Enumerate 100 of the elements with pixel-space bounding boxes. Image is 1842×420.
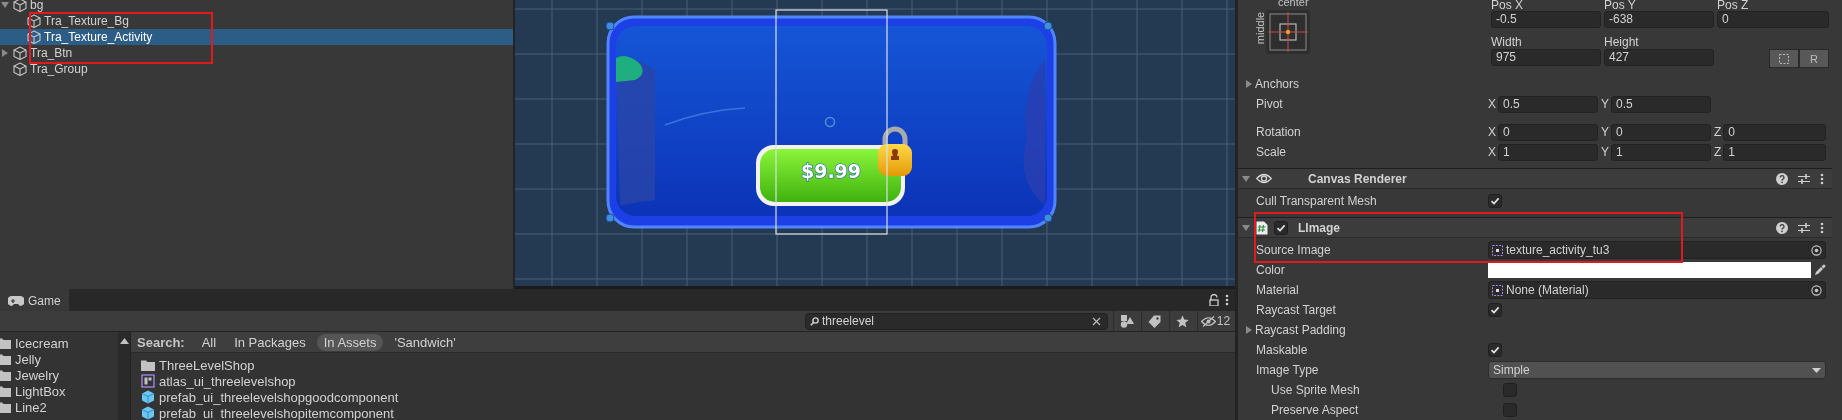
- foldout-arrow-icon[interactable]: [1245, 80, 1253, 88]
- foldout-label[interactable]: Anchors: [1255, 77, 1300, 91]
- cube-icon: [27, 14, 41, 28]
- settings-sliders-icon[interactable]: [1798, 172, 1810, 185]
- foldout-label[interactable]: Raycast Padding: [1255, 323, 1346, 337]
- foldout-arrow-icon[interactable]: [1, 49, 9, 57]
- anchor-preset-button[interactable]: [1266, 10, 1310, 54]
- field-label: Image Type: [1256, 363, 1320, 377]
- caret-icon: [1812, 367, 1821, 373]
- object-picker-icon[interactable]: [1811, 284, 1822, 296]
- axis-label: Y: [1601, 145, 1609, 159]
- folder-item[interactable]: Icecream: [0, 335, 118, 351]
- folder-item[interactable]: Jelly: [0, 351, 118, 367]
- foldout-arrow-icon[interactable]: [1242, 174, 1250, 183]
- asset-item[interactable]: ThreeLevelShop: [141, 357, 1235, 373]
- resize-handle[interactable]: [1043, 213, 1053, 223]
- cube-icon: [27, 30, 41, 44]
- number-field[interactable]: 975: [1491, 49, 1601, 66]
- search-scope-tab[interactable]: In Assets: [316, 333, 384, 351]
- axis-label: Z: [1714, 125, 1722, 139]
- search-scope-tab[interactable]: 'Sandwich': [387, 333, 463, 351]
- search-field[interactable]: threelevel: [805, 312, 1108, 330]
- asset-item[interactable]: prefab_ui_threelevelshopgoodcomponent: [141, 389, 1235, 405]
- cube-icon: [141, 406, 155, 420]
- star-icon: [1176, 314, 1189, 328]
- color-swatch[interactable]: [1488, 262, 1811, 278]
- shapes-icon: [1119, 314, 1134, 328]
- foldout-arrow-icon[interactable]: [1242, 223, 1250, 232]
- number-field[interactable]: 0: [1723, 123, 1826, 141]
- checkbox[interactable]: [1503, 383, 1517, 397]
- search-scope-tab[interactable]: All: [194, 333, 224, 351]
- number-field[interactable]: 0.5: [1498, 95, 1598, 113]
- resize-handle[interactable]: [1043, 21, 1053, 31]
- number-field[interactable]: 427: [1604, 49, 1714, 66]
- number-field[interactable]: 0: [1611, 123, 1711, 141]
- sprite-icon: [1492, 284, 1503, 296]
- object-field[interactable]: None (Material): [1488, 281, 1826, 299]
- number-field[interactable]: 1: [1611, 143, 1711, 161]
- number-field[interactable]: -638: [1604, 11, 1714, 28]
- field-label: Scale: [1256, 145, 1288, 159]
- field-label: Raycast Target: [1256, 303, 1337, 317]
- scroll-up-icon[interactable]: [119, 338, 129, 344]
- object-picker-icon[interactable]: [1811, 244, 1822, 256]
- lock-icon[interactable]: [1209, 294, 1219, 306]
- number-field[interactable]: 1: [1723, 143, 1826, 161]
- eyedropper-icon[interactable]: [1814, 264, 1826, 276]
- help-icon[interactable]: [1776, 221, 1788, 234]
- field-label: Height: [1604, 35, 1640, 49]
- checkmark-icon: [1276, 222, 1286, 233]
- raw-edit-button[interactable]: R: [1799, 49, 1829, 68]
- asset-item[interactable]: prefab_ui_threelevelshopitemcomponent: [141, 405, 1235, 420]
- object-field[interactable]: texture_activity_tu3: [1488, 241, 1826, 259]
- search-label: Search:: [137, 334, 185, 350]
- checkbox[interactable]: [1488, 194, 1502, 208]
- checkbox[interactable]: [1503, 403, 1517, 417]
- dropdown[interactable]: Simple: [1488, 361, 1826, 379]
- field-label: Pivot: [1256, 97, 1284, 111]
- field-label: Pos X: [1491, 0, 1524, 11]
- panel-tab[interactable]: Game: [0, 289, 69, 311]
- more-icon[interactable]: [1820, 172, 1824, 185]
- hierarchy-item[interactable]: Tra_Texture_Bg: [0, 13, 513, 29]
- hidden-eye-icon: [1200, 315, 1216, 327]
- help-icon[interactable]: [1776, 172, 1788, 185]
- hierarchy-item[interactable]: Tra_Group: [0, 61, 513, 77]
- folder-item[interactable]: Jewelry: [0, 367, 118, 383]
- number-field[interactable]: 1: [1498, 143, 1598, 161]
- search-scope-tab[interactable]: In Packages: [227, 333, 313, 351]
- folder-icon: [0, 353, 11, 365]
- hierarchy-item[interactable]: bg: [0, 0, 513, 13]
- resize-handle[interactable]: [605, 21, 615, 31]
- folder-item[interactable]: Line2: [0, 399, 118, 415]
- more-icon[interactable]: [1820, 221, 1824, 234]
- hidden-packages-button[interactable]: 12: [1197, 310, 1233, 332]
- field-label: Use Sprite Mesh: [1271, 383, 1361, 397]
- field-label: Preserve Aspect: [1271, 403, 1360, 417]
- number-field[interactable]: 0: [1717, 11, 1829, 28]
- gamepad-icon: [8, 296, 24, 306]
- foldout-arrow-icon[interactable]: [1245, 326, 1253, 334]
- more-icon[interactable]: [1225, 294, 1229, 306]
- number-field[interactable]: 0: [1498, 123, 1598, 141]
- foldout-arrow-icon[interactable]: [1, 1, 9, 9]
- checkbox[interactable]: [1488, 303, 1502, 317]
- field-label: Color: [1256, 263, 1286, 277]
- hierarchy-item[interactable]: Tra_Btn: [0, 45, 513, 61]
- number-field[interactable]: -0.5: [1491, 11, 1601, 28]
- field-label: Pos Z: [1717, 0, 1750, 11]
- folder-icon: [0, 401, 11, 413]
- resize-handle[interactable]: [605, 213, 615, 223]
- blueprint-mode-button[interactable]: [1769, 49, 1799, 68]
- number-field[interactable]: 0.5: [1611, 95, 1711, 113]
- settings-sliders-icon[interactable]: [1798, 221, 1810, 234]
- folder-item[interactable]: LightBox: [0, 383, 118, 399]
- asset-item[interactable]: atlas_ui_threelevelshop: [141, 373, 1235, 389]
- hierarchy-item[interactable]: Tra_Texture_Activity: [0, 29, 513, 45]
- price-label: $9.99: [800, 160, 862, 182]
- checkbox[interactable]: [1274, 220, 1288, 235]
- field-label: Rotation: [1256, 125, 1302, 139]
- pivot-handle[interactable]: [824, 116, 836, 128]
- close-icon[interactable]: [1092, 316, 1101, 326]
- checkbox[interactable]: [1488, 343, 1502, 357]
